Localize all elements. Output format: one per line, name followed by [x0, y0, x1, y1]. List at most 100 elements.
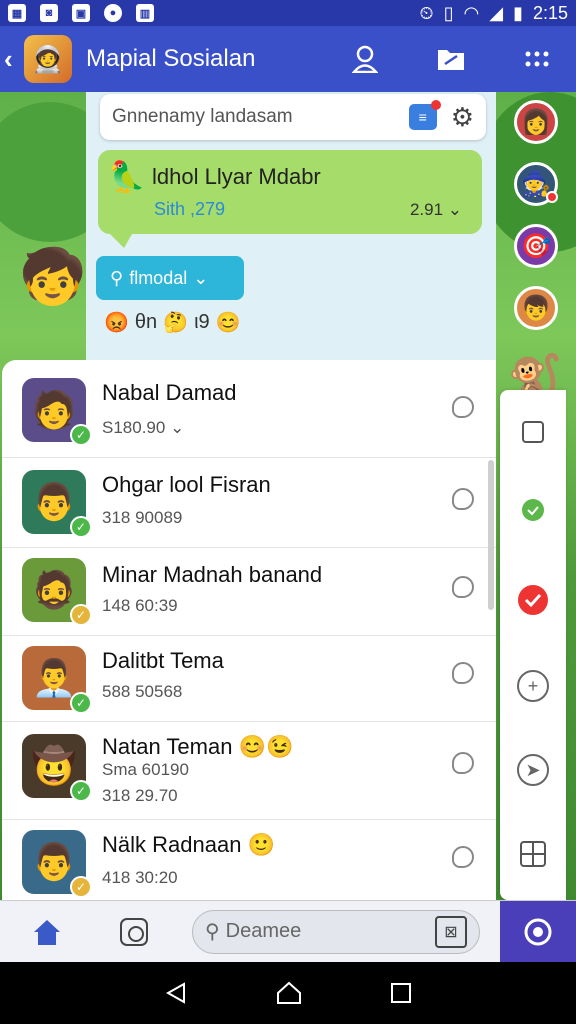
recents-icon[interactable] [390, 982, 412, 1004]
contact-meta: 418 30:20 [102, 868, 178, 887]
bottom-nav: ⚲ Deamee ⊠ [0, 900, 576, 963]
emoji-text-2: ι9 [194, 311, 210, 333]
contact-row[interactable]: 🧑 ✓ Nabal Damad S180.90 ⌄ [2, 360, 496, 458]
contact-row[interactable]: 🤠 ✓ Natan Teman 😊😉 Sma 60190 318 29.70 [2, 722, 496, 820]
avatar: 👨‍💼 ✓ [22, 646, 92, 714]
checkmark-icon[interactable] [517, 584, 549, 616]
message-bubble[interactable]: 🦜 ldhol Llyar Mdabr Sith ,279 2.91 ⌄ [98, 150, 482, 248]
chat-search-box[interactable]: Gnnenamy landasam ≡ ⚙ [100, 94, 486, 140]
contact-name: Ohgar lool Fisran [102, 472, 271, 497]
battery-icon: ▮ [513, 2, 523, 23]
message-subtitle: Sith ,279 [154, 199, 226, 219]
check-icon: ✓ [70, 424, 92, 446]
chevron-down-icon: ⌄ [193, 267, 209, 288]
contact-name: Nälk Radnaan 🙂 [102, 832, 275, 857]
bottom-search-placeholder: Deamee [225, 920, 302, 942]
back-arrow-icon[interactable]: ‹ [4, 44, 22, 75]
check-icon: ✓ [70, 604, 92, 626]
grid-icon[interactable] [517, 838, 549, 870]
app-bar: ‹ 🧑‍🚀 Mapial Sosialan [0, 26, 576, 92]
contact-meta: 148 60:39 [102, 596, 178, 615]
message-title: ldhol Llyar Mdabr [152, 164, 321, 189]
camera-icon[interactable] [120, 917, 148, 946]
settings-icon[interactable] [500, 900, 576, 963]
avatar: 🧑 ✓ [22, 378, 92, 446]
emoji-face-icon: 🤔 [163, 312, 189, 334]
avatar: 🤠 ✓ [22, 734, 92, 802]
chat-bubble-icon[interactable] [452, 752, 474, 774]
avatar: 👨 ✓ [22, 470, 92, 538]
qr-scan-icon[interactable]: ⊠ [435, 915, 467, 948]
vibrate-icon: ▯ [443, 2, 454, 23]
status-bar: ▦ ◙ ▣ ● ▥ ⏲ ▯ ◠ ◢ ▮ 2:15 [0, 0, 576, 26]
image-icon: ▣ [72, 4, 90, 22]
game-character-left: 🧒 [19, 246, 87, 307]
rail-avatar[interactable]: 🎯 [514, 224, 558, 268]
folder-icon[interactable] [436, 44, 466, 74]
contact-row[interactable]: 👨 ✓ Ohgar lool Fisran 318 90089 [2, 458, 496, 548]
side-toolbar: + ➤ [500, 390, 566, 900]
contact-row[interactable]: 👨‍💼 ✓ Dalitbt Tema 588 50568 [2, 636, 496, 722]
avatar: 🧔 ✓ [22, 558, 92, 626]
signal-icon: ◢ [489, 2, 504, 23]
search-placeholder: Gnnenamy landasam [112, 106, 293, 127]
contact-name: Minar Madnah banand [102, 562, 323, 587]
emoji-face-icon: 😊 [215, 312, 241, 334]
avatar: 👨 ✓ [22, 830, 92, 898]
messages-badge-icon[interactable]: ≡ [408, 100, 441, 130]
check-icon: ✓ [70, 692, 92, 714]
check-icon: ✓ [70, 516, 92, 538]
chat-bubble-icon[interactable] [452, 488, 474, 510]
bottom-search-input[interactable]: ⚲ Deamee ⊠ [192, 909, 480, 954]
contact-meta: 588 50568 [102, 682, 183, 701]
home-button-icon[interactable] [276, 981, 302, 1005]
notification-icon: ▦ [8, 4, 26, 22]
chat-bubble-icon[interactable] [452, 396, 474, 418]
compass-icon[interactable]: ➤ [517, 754, 549, 786]
more-menu-icon[interactable] [522, 44, 552, 74]
alarm-icon: ⏲ [419, 2, 434, 23]
contact-meta: S180.90 ⌄ [102, 418, 185, 437]
chat-bubble-icon[interactable] [452, 846, 474, 868]
back-icon[interactable] [164, 981, 188, 1005]
app-logo[interactable]: 🧑‍🚀 [24, 35, 72, 83]
rail-avatar[interactable]: 👦 [514, 286, 558, 330]
search-icon: ⚲ [205, 921, 220, 943]
filter-label: flmodal [129, 267, 188, 288]
home-icon[interactable] [32, 918, 62, 946]
window-icon[interactable] [517, 416, 549, 448]
scrollbar[interactable] [488, 460, 494, 610]
photo-icon: ◙ [40, 4, 58, 22]
contact-meta: 318 90089 [102, 508, 183, 527]
app-title: Mapial Sosialan [86, 45, 256, 72]
add-icon[interactable]: + [517, 670, 549, 702]
chat-bubble-icon[interactable] [452, 662, 474, 684]
contact-row[interactable]: 👨 ✓ Nälk Radnaan 🙂 418 30:20 [2, 820, 496, 900]
calendar-icon: ▥ [136, 4, 154, 22]
wifi-icon: ◠ [463, 2, 480, 23]
profile-icon[interactable] [350, 44, 380, 74]
location-pin-icon[interactable] [517, 498, 549, 530]
contact-name: Natan Teman 😊😉 [102, 734, 294, 759]
search-icon: ⚲ [110, 267, 124, 288]
emoji-text-1: θn [134, 311, 158, 333]
emoji-face-icon: 😡 [104, 312, 129, 334]
clock-time: 2:15 [532, 2, 568, 23]
check-icon: ✓ [70, 876, 92, 898]
chat-bubble-icon[interactable] [452, 576, 474, 598]
chat-panel: Gnnenamy landasam ≡ ⚙ 🦜 ldhol Llyar Mdab… [86, 92, 496, 360]
contact-meta-secondary: 318 29.70 [102, 786, 178, 805]
contact-name: Nabal Damad [102, 380, 237, 405]
contact-list: 🧑 ✓ Nabal Damad S180.90 ⌄ 👨 ✓ Ohgar lool F… [2, 360, 496, 900]
contact-name: Dalitbt Tema [102, 648, 224, 673]
rail-avatar[interactable]: 👩 [514, 100, 558, 144]
rail-avatar[interactable]: 🧙 [514, 162, 558, 206]
filter-button[interactable]: ⚲ flmodal ⌄ [96, 256, 244, 300]
rail-avatars: 👩 🧙 🎯 👦 [514, 100, 560, 330]
gear-icon[interactable]: ⚙ [451, 102, 474, 133]
contact-row[interactable]: 🧔 ✓ Minar Madnah banand 148 60:39 [2, 548, 496, 636]
check-icon: ✓ [70, 780, 92, 802]
contact-meta: Sma 60190 [102, 760, 189, 779]
system-nav-bar [0, 962, 576, 1024]
bird-icon: 🦜 [108, 161, 146, 194]
